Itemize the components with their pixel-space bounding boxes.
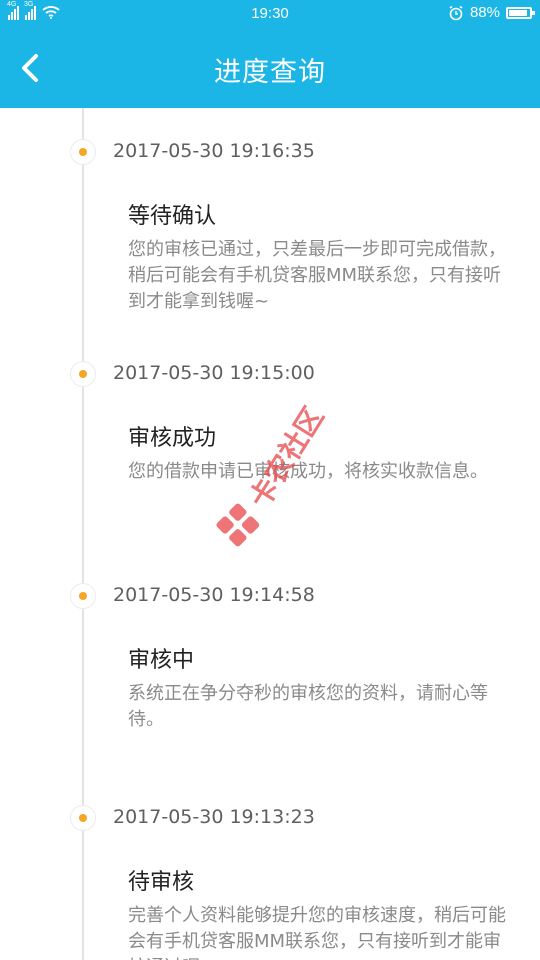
- status-dot-icon: [79, 370, 87, 378]
- alarm-clock-icon: [449, 5, 463, 20]
- header-bar: 进度查询: [0, 28, 540, 108]
- entry-description: 完善个人资料能够提升您的审核速度，稍后可能会有手机贷客服MM联系您，只有接听到才…: [128, 905, 506, 960]
- entry-title: 等待确认: [128, 204, 217, 229]
- timeline-node: [70, 805, 96, 831]
- status-bar: 4G 3G 19:30 88%: [0, 0, 540, 28]
- status-right: 88%: [448, 4, 535, 21]
- entry-description: 系统正在争分夺秒的审核您的资料，请耐心等待。: [128, 683, 488, 730]
- status-dot-icon: [79, 148, 87, 156]
- status-dot-icon: [79, 592, 87, 600]
- entry-title: 审核中: [128, 648, 195, 673]
- entry-time: 2017-05-30 19:16:35: [113, 140, 315, 162]
- entry-title: 审核成功: [128, 426, 217, 451]
- timeline-line: [82, 108, 84, 960]
- battery-icon: [506, 6, 535, 19]
- status-dot-icon: [79, 814, 87, 822]
- entry-time: 2017-05-30 19:14:58: [113, 584, 315, 606]
- page-title: 进度查询: [214, 57, 326, 88]
- entry-title: 待审核: [128, 870, 195, 895]
- entry-description: 您的借款申请已审核成功，将核实收款信息。: [128, 461, 488, 482]
- entry-description: 您的审核已通过，只差最后一步即可完成借款，稍后可能会有手机贷客服MM联系您，只有…: [128, 239, 506, 312]
- timeline-node: [70, 361, 96, 387]
- progress-timeline[interactable]: 2017-05-30 19:16:35 等待确认 您的审核已通过，只差最后一步即…: [0, 108, 540, 960]
- timeline-node: [70, 139, 96, 165]
- entry-time: 2017-05-30 19:15:00: [113, 362, 315, 384]
- battery-percentage: 88%: [469, 4, 500, 21]
- timeline-node: [70, 583, 96, 609]
- entry-time: 2017-05-30 19:13:23: [113, 806, 315, 828]
